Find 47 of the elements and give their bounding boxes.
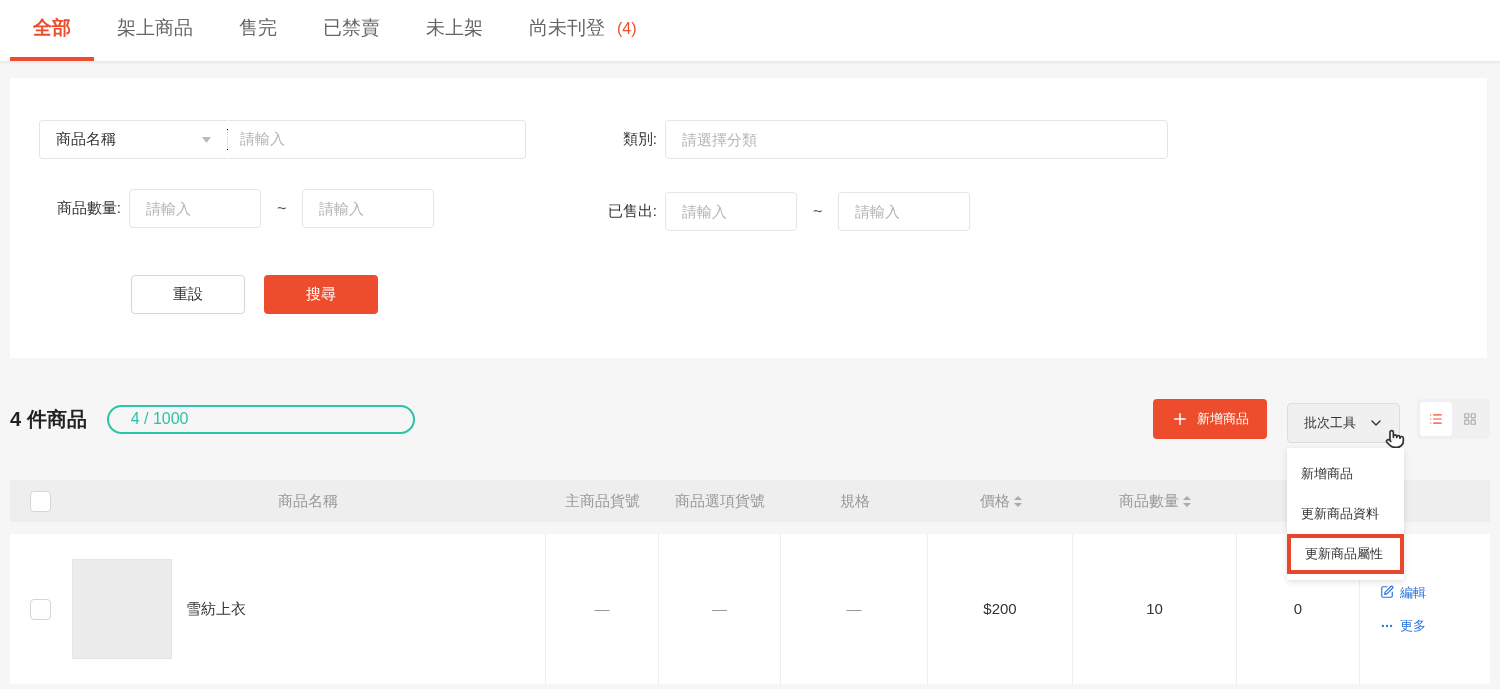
table-cell-text: $200: [983, 598, 1017, 619]
column-header: 商品選項貨號: [675, 490, 765, 511]
category-label: 類別:: [621, 129, 657, 150]
grid-icon: [1463, 412, 1477, 426]
list-icon: [1429, 412, 1443, 426]
column-header: 商品名稱: [278, 490, 338, 511]
table-cell-text: 10: [1146, 598, 1163, 619]
tab[interactable]: 售完: [216, 0, 300, 61]
checkbox[interactable]: [29, 598, 51, 620]
checkbox[interactable]: [29, 490, 51, 512]
table-cell-text: 0: [1293, 598, 1303, 619]
plus-icon: [1171, 410, 1189, 428]
edit-icon: [1380, 585, 1394, 600]
reset-button[interactable]: 重設: [131, 275, 245, 314]
usage-pill: 4 / 1000: [106, 404, 415, 434]
search-button[interactable]: 搜尋: [264, 275, 378, 314]
sort-icon[interactable]: [1013, 495, 1022, 507]
min-input-field[interactable]: 請輸入: [665, 192, 797, 231]
product-name: 雪紡上衣: [186, 598, 246, 619]
tab[interactable]: 架上商品: [94, 0, 216, 61]
tab[interactable]: 全部: [10, 0, 94, 61]
tab[interactable]: 已禁賣: [300, 0, 403, 61]
category-select-field[interactable]: 請選擇分類: [665, 120, 1168, 159]
add-product-button[interactable]: 新增商品: [1153, 399, 1267, 439]
tab[interactable]: 尚未刊登 (4): [506, 0, 660, 61]
column-header: 規格: [839, 490, 870, 511]
edit-link[interactable]: 編輯: [1380, 582, 1490, 602]
menu-item[interactable]: 更新商品資料: [1287, 493, 1404, 534]
sold-label: 已售出:: [606, 201, 657, 222]
tab[interactable]: 未上架: [403, 0, 506, 61]
list-view-toggle[interactable]: [1420, 402, 1452, 436]
table-cell-text: —: [712, 598, 727, 619]
range-separator: ~: [276, 198, 288, 219]
batch-tools-button[interactable]: 批次工具: [1287, 402, 1400, 443]
table-cell-text: —: [594, 598, 610, 619]
sort-icon[interactable]: [1183, 495, 1191, 507]
range-separator: ~: [812, 201, 824, 222]
max-input-field[interactable]: 請輸入: [838, 192, 971, 231]
max-input-field[interactable]: 請輸入: [302, 189, 435, 228]
min-input-field[interactable]: 請輸入: [129, 189, 261, 228]
column-header: 主商品貨號: [565, 490, 640, 511]
menu-item[interactable]: 新增商品: [1287, 453, 1404, 494]
menu-item[interactable]: 更新商品屬性: [1287, 533, 1404, 574]
product-count-title: 4 件商品: [10, 407, 87, 432]
more-link[interactable]: 更多: [1380, 616, 1490, 636]
table-cell-text: —: [846, 598, 862, 619]
quantity-label: 商品數量:: [55, 198, 121, 219]
